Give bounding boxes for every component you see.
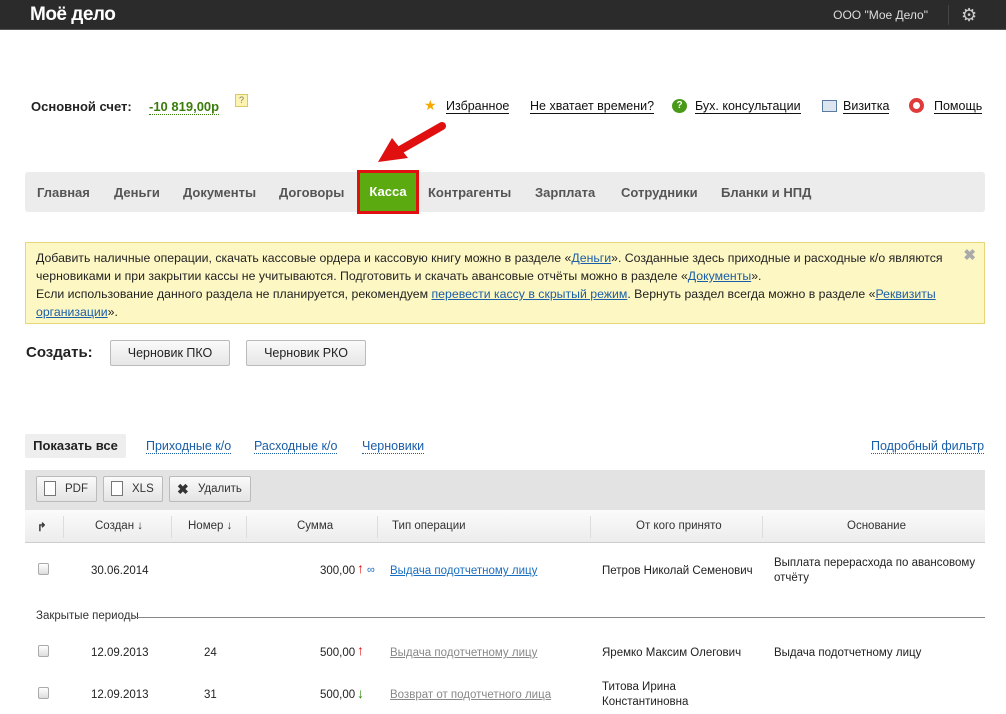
row-type-link[interactable]: Выдача подотчетному лицу [390, 564, 537, 579]
arrow-up-icon: ↑ [357, 560, 364, 576]
row-from: Яремко Максим Олегович [602, 647, 742, 659]
col-type: Тип операции [392, 520, 466, 532]
divider [948, 5, 949, 25]
account-label: Основной счет: [31, 99, 132, 114]
pdf-button[interactable]: PDF [36, 476, 97, 502]
chat-icon: ? [672, 99, 687, 113]
account-balance[interactable]: -10 819,00р [149, 99, 220, 115]
draft-rko-button[interactable]: Черновик РКО [246, 340, 366, 366]
filter-show-all[interactable]: Показать все [25, 434, 126, 458]
no-time-link[interactable]: Не хватает времени? [530, 99, 655, 114]
table-header: ↱ Создан ↓ Номер ↓ Сумма Тип операции От… [25, 510, 985, 543]
info-notice: Добавить наличные операции, скачать касс… [25, 242, 985, 324]
gear-icon[interactable]: ⚙ [961, 5, 977, 26]
nav-documents[interactable]: Документы [183, 185, 256, 200]
money-link[interactable]: Деньги [571, 251, 611, 265]
close-icon[interactable]: ✖ [963, 247, 976, 265]
documents-link[interactable]: Документы [688, 269, 751, 283]
draft-pko-button[interactable]: Черновик ПКО [110, 340, 230, 366]
row-checkbox[interactable] [38, 563, 49, 575]
nav-cash-active[interactable]: Касса [357, 170, 419, 214]
row-number: 31 [204, 689, 217, 701]
link-icon: ∞ [367, 564, 375, 576]
row-sum: 500,00 [320, 647, 356, 659]
arrow-down-icon: ↓ [357, 685, 364, 701]
main-nav: Главная Деньги Документы Договоры Контра… [25, 172, 985, 212]
filter-drafts[interactable]: Черновики [362, 439, 425, 454]
row-date: 30.06.2014 [91, 565, 149, 577]
star-icon: ★ [424, 97, 437, 113]
create-label: Создать: [26, 344, 93, 361]
row-sum: 500,00 [320, 689, 356, 701]
col-number[interactable]: Номер ↓ [188, 520, 232, 532]
detailed-filter-link[interactable]: Подробный фильтр [871, 439, 985, 454]
arrow-up-icon: ↑ [357, 642, 364, 658]
delete-button[interactable]: ✖ Удалить [169, 476, 251, 502]
row-date: 12.09.2013 [91, 647, 149, 659]
table-toolbar: PDF XLS ✖ Удалить [25, 470, 985, 510]
nav-contracts[interactable]: Договоры [279, 185, 344, 200]
divider [136, 617, 985, 618]
top-bar: Моё дело ООО "Мое Дело" ⚙ [0, 0, 1006, 30]
row-checkbox[interactable] [38, 687, 49, 699]
help-link[interactable]: Помощь [934, 99, 983, 114]
nav-contractors[interactable]: Контрагенты [428, 185, 511, 200]
row-type-link[interactable]: Выдача подотчетному лицу [390, 646, 537, 661]
nav-employees[interactable]: Сотрудники [621, 185, 698, 200]
lifebuoy-icon [909, 98, 924, 113]
favorites-link[interactable]: Избранное [446, 99, 510, 114]
filter-income[interactable]: Приходные к/о [146, 439, 232, 454]
card-icon [822, 100, 837, 112]
row-from: Титова Ирина Константиновна [602, 681, 689, 708]
consultations-link[interactable]: Бух. консультации [695, 99, 801, 114]
col-basis: Основание [847, 520, 906, 532]
col-from: От кого принято [636, 520, 722, 532]
row-type-link[interactable]: Возврат от подотчетного лица [390, 688, 551, 703]
xls-button[interactable]: XLS [103, 476, 163, 502]
logo[interactable]: Моё дело [30, 4, 116, 26]
organization-name[interactable]: ООО "Мое Дело" [833, 8, 928, 22]
xls-icon [111, 481, 123, 496]
row-from: Петров Николай Семенович [602, 565, 753, 577]
row-sum: 300,00 [320, 565, 356, 577]
row-basis: Выдача подотчетному лицу [774, 647, 922, 659]
col-sum: Сумма [297, 520, 334, 532]
business-card-link[interactable]: Визитка [843, 99, 890, 114]
filter-expense[interactable]: Расходные к/о [254, 439, 338, 454]
pdf-icon [44, 481, 56, 496]
row-number: 24 [204, 647, 217, 659]
select-all-icon[interactable]: ↱ [37, 520, 47, 534]
row-checkbox[interactable] [38, 645, 49, 657]
red-arrow-annotation [378, 122, 446, 162]
help-icon[interactable]: ? [235, 94, 248, 107]
nav-forms[interactable]: Бланки и НПД [721, 185, 811, 200]
closed-periods-label: Закрытые периоды [36, 610, 139, 622]
nav-salary[interactable]: Зарплата [535, 185, 595, 200]
col-created[interactable]: Создан ↓ [95, 520, 143, 532]
row-basis: Выплата перерасхода по авансовому отчёту [774, 557, 976, 584]
hide-cash-link[interactable]: перевести кассу в скрытый режим [432, 287, 628, 301]
nav-main[interactable]: Главная [37, 185, 90, 200]
row-date: 12.09.2013 [91, 689, 149, 701]
nav-money[interactable]: Деньги [114, 185, 160, 200]
delete-icon: ✖ [177, 481, 189, 497]
